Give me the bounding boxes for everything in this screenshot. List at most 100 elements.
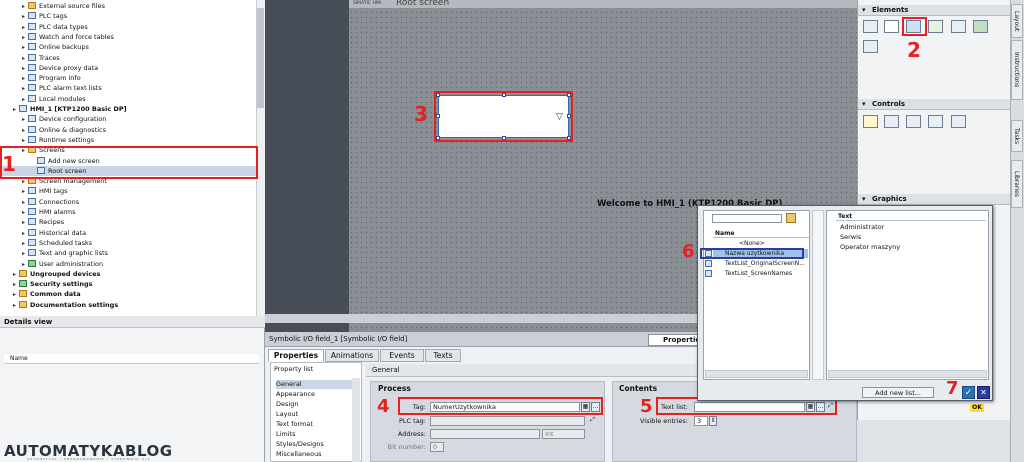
bit-number-label: Bit number: [387, 443, 426, 451]
tree-item[interactable]: ▸ Device proxy data [0, 63, 256, 73]
recipe-icon [28, 218, 36, 226]
tree-item[interactable]: ▸ PLC data types [0, 22, 256, 32]
tab-instructions[interactable]: Instructions [1011, 40, 1023, 100]
property-item-misc[interactable]: Miscellaneous [276, 450, 358, 459]
tab-properties[interactable]: Properties [268, 349, 324, 362]
property-item-layout[interactable]: Layout [276, 410, 358, 419]
tree-item[interactable]: ▸ User administration [0, 259, 256, 269]
text-entry[interactable]: Operator maszyny [828, 242, 988, 252]
runtime-icon [28, 135, 36, 143]
tree-item[interactable]: ▸ Online & diagnostics [0, 125, 256, 135]
plc-tag-link-icon[interactable]: ⤢ [588, 416, 597, 426]
tree-item[interactable]: ▸ Ungrouped devices [0, 269, 256, 279]
date-time-tool-icon[interactable] [951, 20, 966, 33]
property-item-design[interactable]: Design [276, 400, 358, 409]
tree-item[interactable]: ▸ Recipes [0, 217, 256, 227]
tree-item-label: Recipes [39, 218, 65, 227]
process-title: Process [378, 384, 411, 393]
switch-tool-icon[interactable] [863, 40, 878, 53]
tree-item[interactable]: ▸ Historical data [0, 228, 256, 238]
tree-item[interactable]: ▸ Scheduled tasks [0, 238, 256, 248]
add-new-list-button[interactable]: Add new list... [862, 387, 934, 398]
module-icon [28, 94, 36, 102]
tree-item[interactable]: ▸ PLC tags [0, 11, 256, 21]
tree-item-label: Online backups [39, 43, 89, 52]
tab-texts[interactable]: Texts [425, 349, 461, 362]
tree-item[interactable]: ▸ Traces [0, 53, 256, 63]
controls-pane-header[interactable]: Controls [858, 99, 1010, 110]
tree-item[interactable]: ▸ Device configuration [0, 114, 256, 124]
backup-icon [28, 43, 36, 51]
property-item-styles[interactable]: Styles/Designs [276, 440, 358, 449]
bar-tool-icon[interactable] [973, 20, 988, 33]
property-item-limits[interactable]: Limits [276, 430, 358, 439]
tree-item-label: Common data [30, 290, 81, 299]
tab-events[interactable]: Events [380, 349, 424, 362]
tree-item[interactable]: ▸ Online backups [0, 42, 256, 52]
popup-splitter[interactable] [812, 210, 824, 380]
visible-entries-spinner-icon[interactable]: ⇕ [709, 416, 717, 426]
property-item-text-format[interactable]: Text format [276, 420, 358, 429]
tree-item[interactable]: ▸ Local modules [0, 94, 256, 104]
tab-tasks[interactable]: Tasks [1011, 120, 1023, 152]
property-item-appearance[interactable]: Appearance [276, 390, 358, 399]
tree-item-label: Connections [39, 197, 80, 206]
text-entry[interactable]: Serwis [828, 232, 988, 242]
list-item-screen-names[interactable]: TextList_ScreenNames [713, 269, 808, 278]
alarm-view-icon[interactable] [863, 115, 878, 128]
list-search-input[interactable] [712, 214, 782, 223]
tree-item[interactable]: ▸ Runtime settings [0, 135, 256, 145]
graphics-pane-header[interactable]: Graphics [858, 194, 1010, 205]
text-entry[interactable]: Administrator [828, 222, 988, 232]
visible-entries-input[interactable]: 3 [694, 416, 708, 426]
ok-badge: OK [970, 403, 984, 412]
tree-item[interactable]: ▸ PLC alarm text lists [0, 83, 256, 93]
alarm-icon [28, 208, 36, 215]
button-tool-icon[interactable] [884, 20, 899, 33]
recipe-view-icon[interactable] [928, 115, 943, 128]
texts-horizontal-scrollbar[interactable] [828, 370, 987, 378]
tree-item-label: Historical data [39, 228, 87, 237]
io-field-tool-icon[interactable] [863, 20, 878, 33]
project-tree-scroll-thumb[interactable] [257, 8, 264, 108]
elements-pane-header[interactable]: Elements [858, 5, 1010, 16]
property-list-scrollbar[interactable] [352, 378, 360, 462]
tree-item[interactable]: ▸ Program info [0, 73, 256, 83]
tree-item[interactable]: ▸ HMI tags [0, 186, 256, 196]
proxy-icon [28, 63, 36, 71]
tree-item[interactable]: ▸ Watch and force tables [0, 32, 256, 42]
bit-number-input: 0 [430, 442, 444, 452]
tab-libraries[interactable]: Libraries [1011, 160, 1023, 208]
cancel-x-icon[interactable]: ✕ [977, 386, 990, 399]
tree-item[interactable]: ▸ Connections [0, 197, 256, 207]
tree-item[interactable]: ▸ Text and graphic lists [0, 248, 256, 258]
list-item-original-screen[interactable]: TextList_OriginalScreenN... [713, 259, 808, 268]
properties-button[interactable]: Properties [648, 334, 704, 346]
filter-icon[interactable] [786, 213, 796, 223]
system-diagnostics-icon[interactable] [951, 115, 966, 128]
details-column-name[interactable]: Name [4, 354, 259, 364]
trend-view-icon[interactable] [884, 115, 899, 128]
plc-tag-input [430, 416, 585, 426]
text-column-header[interactable]: Text [836, 212, 986, 221]
address-input [430, 429, 540, 439]
names-horizontal-scrollbar[interactable] [705, 370, 808, 378]
screen-title: Root screen [396, 0, 450, 8]
tab-layout[interactable]: Layout [1011, 4, 1023, 38]
list-item-none[interactable]: <None> [713, 239, 808, 248]
tree-item[interactable]: ▸ External source files [0, 1, 256, 11]
folder-icon [28, 2, 36, 9]
text-list-icon [705, 260, 712, 267]
tab-animations[interactable]: Animations [325, 349, 379, 362]
user-view-icon[interactable] [906, 115, 921, 128]
tree-item[interactable]: ▸ Documentation settings [0, 300, 256, 310]
tree-item[interactable]: ▸ HMI alarms [0, 207, 256, 217]
confirm-check-icon[interactable]: ✓ [962, 386, 975, 399]
property-item-general[interactable]: General [276, 380, 358, 389]
name-column-header[interactable]: Name [713, 229, 809, 238]
tree-item[interactable]: ▸ Common data [0, 289, 256, 299]
graphic-view-tool-icon[interactable] [928, 20, 943, 33]
tree-item[interactable]: ▸ HMI_1 [KTP1200 Basic DP] [0, 104, 256, 114]
tree-item[interactable]: ▸ Security settings [0, 279, 256, 289]
details-view-title[interactable]: Details view [0, 316, 265, 328]
